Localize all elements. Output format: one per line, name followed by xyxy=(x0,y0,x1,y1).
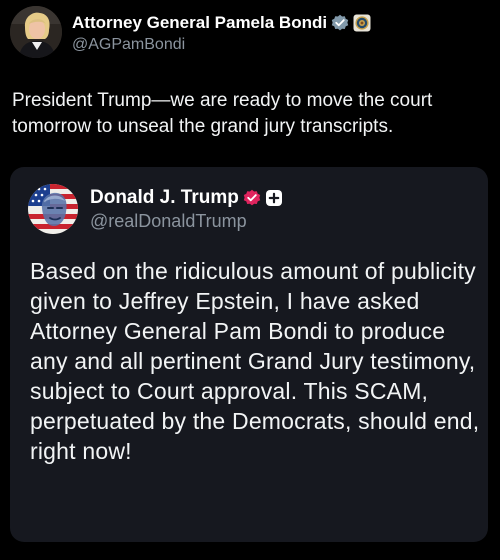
quoted-post-card[interactable]: Donald J. Trump @realDonaldTrump Based o… xyxy=(10,167,488,542)
author-meta: Attorney General Pamela Bondi @AGPamBond… xyxy=(72,11,371,54)
author-avatar[interactable] xyxy=(10,6,62,58)
quoted-post-header: Donald J. Trump @realDonaldTrump xyxy=(28,184,283,234)
plus-badge-icon[interactable] xyxy=(265,189,283,207)
gray-check-badge-icon xyxy=(331,14,349,32)
quoted-author-name-row: Donald J. Trump xyxy=(90,186,283,210)
pink-check-badge-icon xyxy=(243,189,261,207)
quoted-author-display-name[interactable]: Donald J. Trump xyxy=(90,187,239,209)
quoted-author-avatar[interactable] xyxy=(28,184,78,234)
quoted-post-text: Based on the ridiculous amount of public… xyxy=(30,258,480,464)
quoted-author-handle[interactable]: @realDonaldTrump xyxy=(90,211,283,232)
post-header: Attorney General Pamela Bondi @AGPamBond… xyxy=(10,6,371,58)
profile-photo-icon xyxy=(10,6,62,58)
quoted-author-meta: Donald J. Trump @realDonaldTrump xyxy=(90,186,283,232)
flag-face-avatar-icon xyxy=(28,184,78,234)
author-display-name[interactable]: Attorney General Pamela Bondi xyxy=(72,13,327,33)
post-text: President Trump—we are ready to move the… xyxy=(12,90,433,137)
author-handle[interactable]: @AGPamBondi xyxy=(72,36,371,54)
author-name-row: Attorney General Pamela Bondi xyxy=(72,11,371,35)
doj-seal-icon[interactable] xyxy=(353,14,371,32)
